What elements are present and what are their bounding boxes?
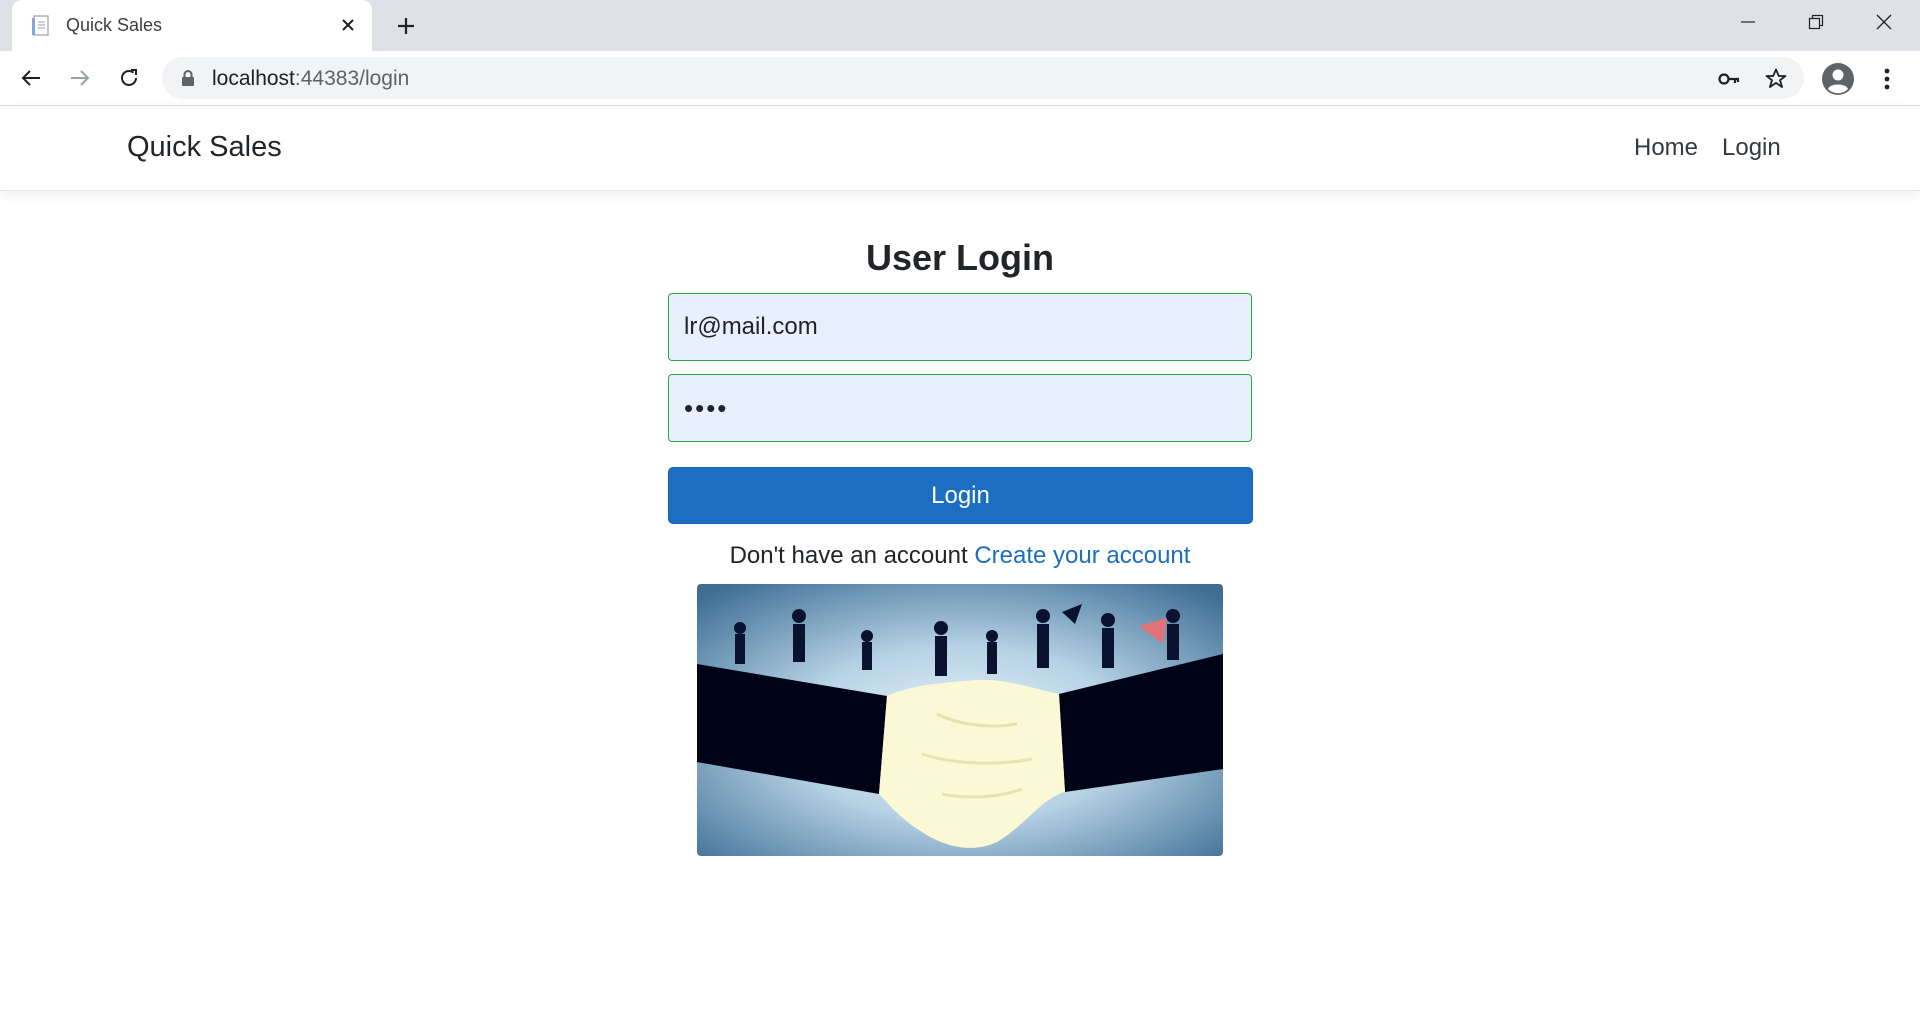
page-title: User Login	[865, 237, 1054, 278]
url-text[interactable]: localhost:44383/login	[212, 67, 409, 91]
browser-tabstrip: Quick Sales	[0, 0, 1920, 51]
create-account-link[interactable]: Create your account	[974, 542, 1190, 569]
browser-tab[interactable]: Quick Sales	[12, 0, 372, 51]
key-icon[interactable]	[1716, 66, 1742, 92]
site-navbar: Quick Sales Home Login	[0, 106, 1920, 191]
password-field[interactable]	[668, 374, 1252, 442]
bookmark-star-icon[interactable]	[1763, 66, 1789, 92]
url-host: localhost	[212, 67, 295, 90]
address-bar[interactable]: localhost:44383/login	[162, 57, 1804, 99]
reload-icon[interactable]	[114, 63, 144, 93]
signup-prompt: Don't have an account Create your accoun…	[0, 541, 1920, 571]
forward-icon[interactable]	[65, 63, 95, 93]
profile-avatar-icon[interactable]	[1821, 62, 1855, 96]
lock-icon[interactable]	[180, 69, 196, 87]
more-menu-icon[interactable]	[1870, 62, 1904, 96]
close-tab-icon[interactable]	[336, 13, 360, 37]
page-icon	[30, 14, 54, 38]
url-path: :44383/login	[294, 67, 410, 90]
handshake-illustration	[697, 584, 1223, 856]
back-icon[interactable]	[16, 63, 46, 93]
tab-title: Quick Sales	[66, 15, 163, 35]
restore-icon[interactable]	[1798, 8, 1834, 36]
login-button[interactable]: Login	[668, 467, 1253, 524]
minimize-icon[interactable]	[1730, 8, 1766, 36]
new-tab-icon[interactable]	[392, 12, 420, 40]
no-account-text: Don't have an account	[729, 542, 968, 569]
browser-toolbar: localhost:44383/login	[0, 51, 1920, 106]
close-window-icon[interactable]	[1866, 8, 1902, 36]
brand-link[interactable]: Quick Sales	[127, 130, 282, 164]
nav-link-login[interactable]: Login	[1722, 133, 1781, 163]
nav-link-home[interactable]: Home	[1634, 133, 1698, 163]
email-field[interactable]	[668, 293, 1252, 361]
